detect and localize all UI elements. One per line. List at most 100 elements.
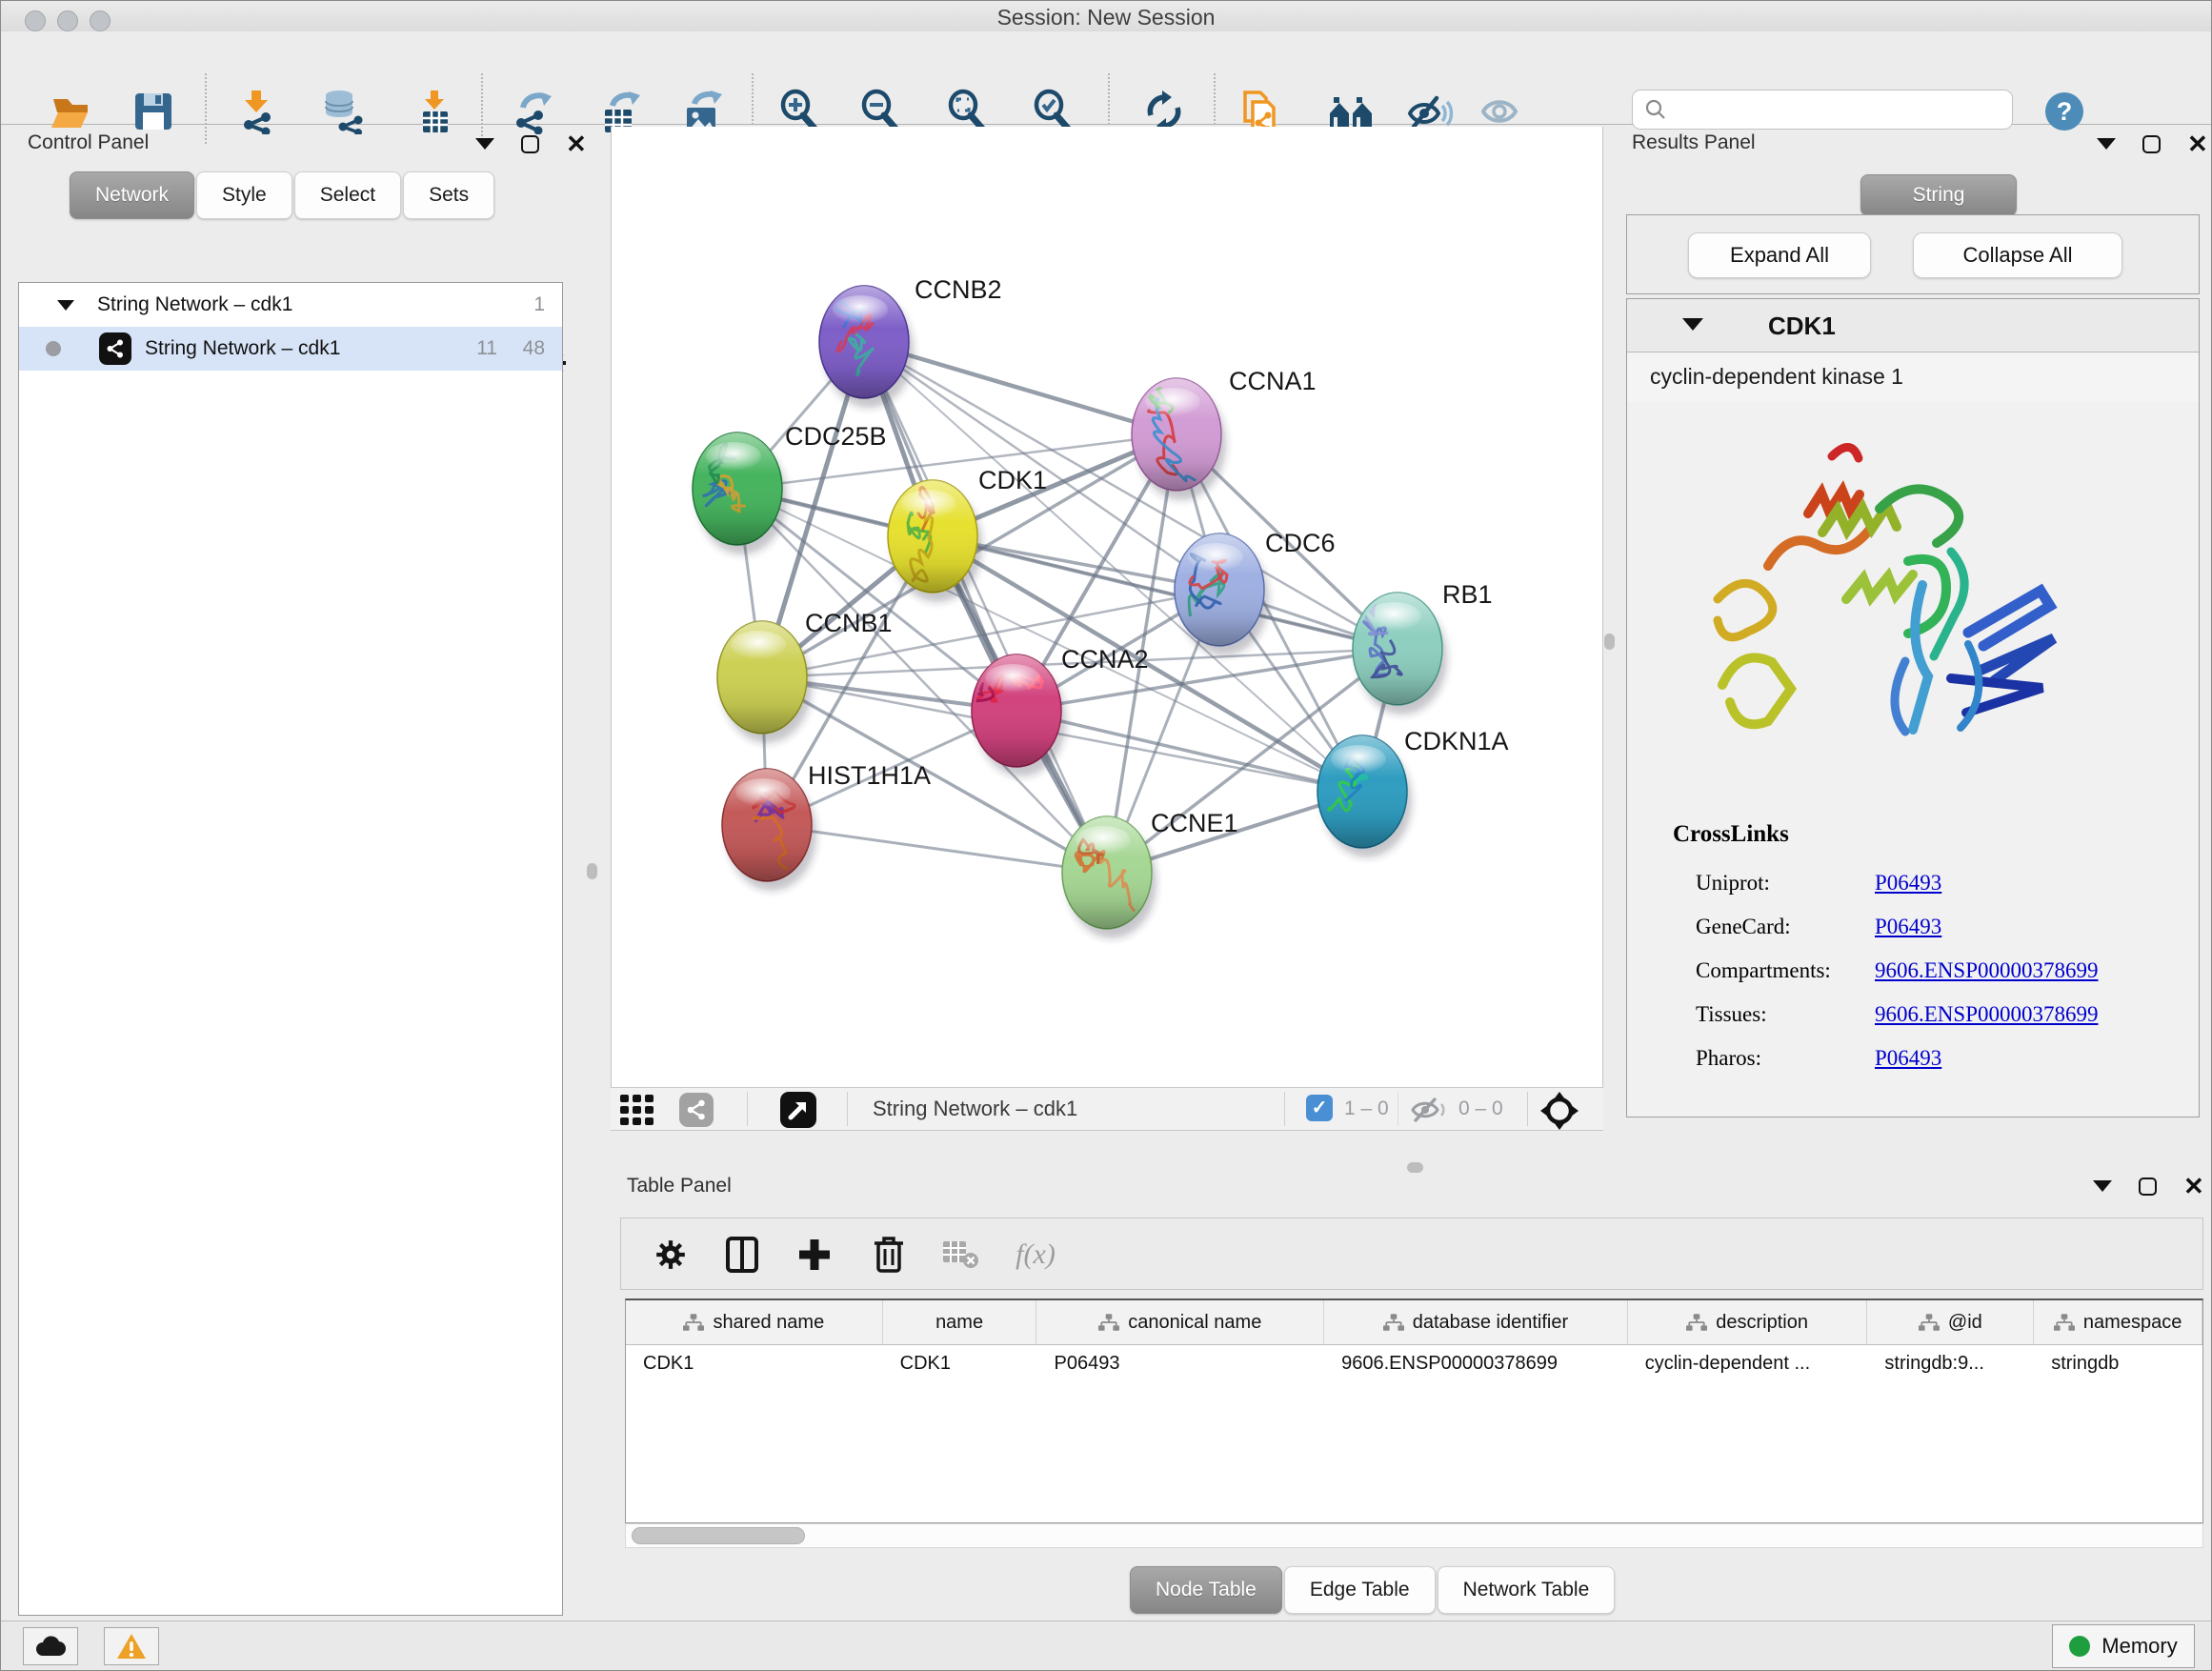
column-header-name[interactable]: name (883, 1300, 1037, 1344)
window-title: Session: New Session (1, 5, 2211, 30)
network-edge[interactable] (767, 825, 1107, 873)
network-collection-row[interactable]: String Network – cdk1 1 (19, 283, 562, 327)
delete-column-icon[interactable] (866, 1232, 912, 1278)
entry-collapse-icon[interactable] (1682, 318, 1703, 331)
panel-float-icon[interactable] (2139, 1178, 2157, 1196)
show-columns-icon[interactable] (719, 1232, 765, 1278)
right-splitter-handle[interactable] (1604, 634, 1615, 650)
node-table: shared namenamecanonical namedatabase id… (625, 1299, 2203, 1523)
scrollbar-thumb[interactable] (632, 1527, 805, 1544)
network-edge-count: 48 (523, 337, 545, 360)
warning-button[interactable] (104, 1627, 159, 1665)
column-header-shared-name[interactable]: shared name (626, 1300, 883, 1344)
create-column-icon[interactable] (792, 1232, 837, 1278)
network-canvas[interactable]: CCNB2CCNA1CDC25BCDK1CDC6RB1CCNB1CCNA2CDK… (611, 127, 1603, 1087)
results-panel-title: Results Panel (1632, 131, 1756, 154)
crosslink-value[interactable]: P06493 (1875, 1046, 1941, 1071)
protein-structure-image (1665, 423, 2122, 804)
expand-all-button[interactable]: Expand All (1688, 232, 1871, 278)
tree-expand-icon[interactable] (57, 300, 74, 311)
network-view-icon[interactable] (679, 1093, 714, 1127)
panel-menu-icon[interactable] (2093, 1180, 2112, 1192)
navbar-separator (847, 1092, 848, 1126)
detach-view-icon[interactable] (780, 1092, 816, 1128)
column-header-namespace[interactable]: namespace (2034, 1300, 2202, 1344)
table-cell[interactable]: stringdb (2034, 1353, 2202, 1375)
network-row[interactable]: String Network – cdk1 11 48 (19, 327, 562, 371)
network-node-CCNA1[interactable] (1132, 378, 1221, 491)
left-splitter-handle[interactable] (587, 863, 597, 879)
network-node-CDC25B[interactable] (693, 433, 782, 545)
network-node-HIST1H1A[interactable] (722, 769, 812, 881)
crosslink-row: Compartments:9606.ENSP00000378699 (1696, 949, 2182, 993)
network-node-CDC6[interactable] (1175, 534, 1264, 646)
panel-close-icon[interactable]: ✕ (2183, 1177, 2204, 1196)
network-view-toolbar: String Network – cdk1 ✓ 1 – 0 0 – 0 (611, 1087, 1603, 1131)
network-node-CCNE1[interactable] (1062, 816, 1152, 929)
table-cell[interactable]: CDK1 (883, 1353, 1037, 1375)
network-node-count: 11 (476, 337, 497, 360)
help-icon[interactable]: ? (2045, 92, 2083, 131)
panel-menu-icon[interactable] (475, 138, 494, 150)
column-label: @id (1948, 1312, 1982, 1334)
entry-header[interactable]: CDK1 (1627, 299, 2199, 352)
column-label: namespace (2083, 1312, 2182, 1334)
network-node-CDKN1A[interactable] (1317, 735, 1407, 848)
panel-float-icon[interactable] (2142, 135, 2161, 153)
tab-style[interactable]: Style (196, 171, 292, 219)
crosslink-value[interactable]: 9606.ENSP00000378699 (1875, 958, 2099, 983)
panel-float-icon[interactable] (521, 135, 539, 153)
tab-select[interactable]: Select (294, 171, 401, 219)
table-cell[interactable]: cyclin-dependent ... (1628, 1353, 1868, 1375)
table-gear-icon[interactable] (648, 1232, 694, 1278)
grid-view-icon[interactable] (620, 1095, 664, 1125)
column-header-canonical-name[interactable]: canonical name (1036, 1300, 1324, 1344)
network-node-CCNB1[interactable] (717, 621, 807, 734)
table-cell[interactable]: P06493 (1036, 1353, 1324, 1375)
network-node-CCNB2[interactable] (819, 286, 909, 398)
tab-edge-table[interactable]: Edge Table (1284, 1566, 1436, 1614)
node-label: CCNE1 (1151, 809, 1238, 837)
shared-column-icon (1919, 1314, 1940, 1331)
tab-node-table[interactable]: Node Table (1130, 1566, 1282, 1614)
panel-close-icon[interactable]: ✕ (566, 134, 587, 153)
crosslinks-list: Uniprot:P06493GeneCard:P06493Compartment… (1696, 861, 2182, 1080)
memory-button[interactable]: Memory (2052, 1624, 2195, 1668)
crosslink-row: Tissues:9606.ENSP00000378699 (1696, 993, 2182, 1037)
cloud-button[interactable] (23, 1627, 78, 1665)
entry-name: CDK1 (1768, 312, 1836, 341)
tab-network[interactable]: Network (70, 171, 194, 219)
crosslink-value[interactable]: 9606.ENSP00000378699 (1875, 1002, 2099, 1027)
column-header--id[interactable]: @id (1867, 1300, 2034, 1344)
network-node-CCNA2[interactable] (969, 654, 1061, 767)
table-horizontal-scrollbar[interactable] (625, 1523, 2203, 1548)
search-box[interactable] (1632, 90, 2013, 130)
crosslinks-title: CrossLinks (1673, 821, 1789, 848)
table-cell[interactable]: CDK1 (626, 1353, 883, 1375)
crosslink-value[interactable]: P06493 (1875, 871, 1941, 896)
delete-table-icon[interactable] (937, 1232, 983, 1278)
table-cell[interactable]: stringdb:9... (1867, 1353, 2034, 1375)
network-node-RB1[interactable] (1353, 593, 1442, 705)
table-row[interactable]: CDK1CDK1P064939606.ENSP00000378699cyclin… (626, 1345, 2202, 1381)
network-node-CDK1[interactable] (888, 480, 977, 593)
collapse-all-button[interactable]: Collapse All (1913, 232, 2122, 278)
panel-menu-icon[interactable] (2097, 138, 2116, 150)
panel-close-icon[interactable]: ✕ (2187, 134, 2208, 153)
crosslink-row: Pharos:P06493 (1696, 1037, 2182, 1080)
table-cell[interactable]: 9606.ENSP00000378699 (1324, 1353, 1628, 1375)
selected-indicator-checkbox[interactable]: ✓ (1306, 1095, 1333, 1121)
node-label: CDKN1A (1404, 727, 1509, 755)
tab-network-table[interactable]: Network Table (1438, 1566, 1616, 1614)
column-header-description[interactable]: description (1628, 1300, 1868, 1344)
crosslink-value[interactable]: P06493 (1875, 915, 1941, 939)
network-edge[interactable] (1016, 711, 1362, 792)
node-label: CDK1 (978, 466, 1047, 494)
network-edge[interactable] (864, 342, 1107, 873)
birds-eye-toggle-icon[interactable] (1539, 1091, 1579, 1131)
tab-string[interactable]: String (1860, 174, 2017, 216)
warning-icon (116, 1633, 147, 1660)
tab-sets[interactable]: Sets (403, 171, 494, 219)
column-header-database-identifier[interactable]: database identifier (1324, 1300, 1628, 1344)
search-input[interactable] (1667, 98, 1995, 122)
